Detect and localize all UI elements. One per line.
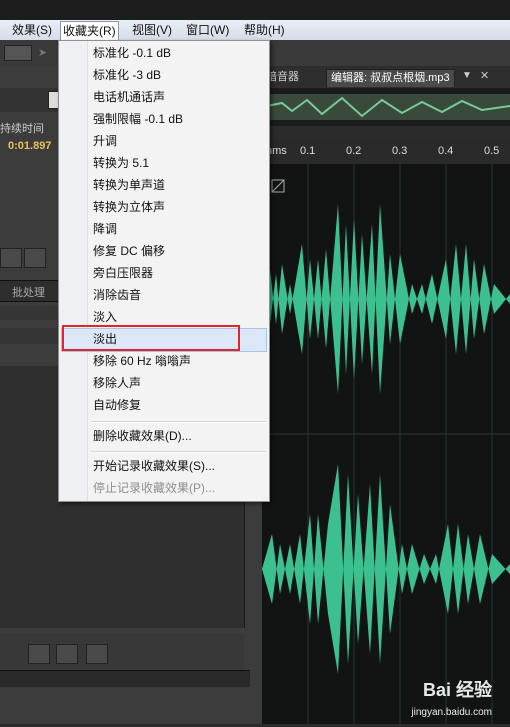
ruler-tick: 0.1: [300, 145, 316, 157]
title-strip: [0, 0, 510, 20]
menu-favorites[interactable]: 收藏夹(R): [60, 21, 119, 40]
annotation-box: [62, 325, 240, 351]
menu-item-normalize-3[interactable]: 标准化 -3 dB: [93, 66, 161, 84]
menu-bar: 效果(S) 收藏夹(R) 视图(V) 窗口(W) 帮助(H): [0, 20, 510, 41]
menu-separator: [91, 421, 266, 423]
menu-item-delete-favorite[interactable]: 删除收藏效果(D)...: [93, 427, 192, 445]
close-icon[interactable]: ✕: [480, 69, 489, 82]
menu-item-remove-hum[interactable]: 移除 60 Hz 嗡嗡声: [93, 352, 191, 370]
menu-gutter: [59, 41, 88, 501]
ruler-tick: 0.5: [484, 145, 500, 157]
editor-tabs: 暗音器 编辑器: 叔叔点根烟.mp3 ▼ ✕: [262, 66, 510, 89]
bottom-transport: [0, 634, 244, 674]
waveform-view-icon[interactable]: [4, 45, 32, 61]
play-icon[interactable]: [28, 644, 50, 664]
duration-value: 0:01.897: [8, 140, 52, 152]
menu-item-convert-stereo[interactable]: 转换为立体声: [93, 198, 165, 216]
menu-item-fade-in[interactable]: 淡入: [93, 308, 117, 326]
ruler-tick: 0.3: [392, 145, 408, 157]
menu-item-deesser[interactable]: 消除齿音: [93, 286, 141, 304]
watermark-url: jingyan.baidu.com: [411, 707, 492, 718]
export-icon[interactable]: [0, 248, 22, 268]
waveform-display[interactable]: Bai 经验 jingyan.baidu.com: [262, 164, 510, 724]
tab-batch[interactable]: 批处理: [12, 284, 45, 300]
panel-footer: [0, 670, 250, 687]
menu-item-telephone[interactable]: 电话机通话声: [93, 88, 165, 106]
menu-separator: [91, 451, 266, 453]
tab-dropdown-icon[interactable]: ▼: [462, 70, 472, 81]
duration-label: 持续时间: [0, 123, 44, 135]
tab-editor[interactable]: 编辑器: 叔叔点根烟.mp3: [326, 69, 455, 87]
overview-wave-svg: [261, 94, 510, 120]
menu-item-start-record[interactable]: 开始记录收藏效果(S)...: [93, 457, 215, 475]
favorites-menu: 标准化 -0.1 dB 标准化 -3 dB 电话机通话声 强制限幅 -0.1 d…: [58, 40, 270, 502]
menu-effects[interactable]: 效果(S): [10, 22, 54, 38]
menu-item-stop-record: 停止记录收藏效果(P)...: [93, 481, 215, 495]
waveform-svg: [262, 164, 510, 724]
time-ruler: hms 0.1 0.2 0.3 0.4 0.5: [262, 140, 510, 165]
menu-item-voiceover-compressor[interactable]: 旁白压限器: [93, 264, 153, 282]
watermark-logo: Bai 经验: [422, 680, 492, 700]
menu-help[interactable]: 帮助(H): [242, 22, 287, 38]
speaker-icon[interactable]: [86, 644, 108, 664]
menu-item-pitch-up[interactable]: 升调: [93, 132, 117, 150]
menu-item-hard-limit[interactable]: 强制限幅 -0.1 dB: [93, 110, 183, 128]
overview-waveform[interactable]: [261, 88, 510, 126]
ruler-tick: 0.2: [346, 145, 362, 157]
speaker-icon[interactable]: [24, 248, 46, 268]
menu-window[interactable]: 窗口(W): [184, 22, 231, 38]
export-icon[interactable]: [56, 644, 78, 664]
ruler-tick: 0.4: [438, 145, 454, 157]
menu-item-convert-51[interactable]: 转换为 5.1: [93, 154, 149, 172]
menu-item-dc-offset[interactable]: 修复 DC 偏移: [93, 242, 165, 260]
menu-item-auto-heal[interactable]: 自动修复: [93, 396, 141, 414]
menu-item-remove-vocals[interactable]: 移除人声: [93, 374, 141, 392]
menu-view[interactable]: 视图(V): [130, 22, 174, 38]
menu-item-normalize-01[interactable]: 标准化 -0.1 dB: [93, 44, 171, 62]
move-tool-icon[interactable]: ➤: [38, 46, 52, 59]
menu-item-convert-mono[interactable]: 转换为单声道: [93, 176, 165, 194]
menu-item-pitch-down[interactable]: 降调: [93, 220, 117, 238]
